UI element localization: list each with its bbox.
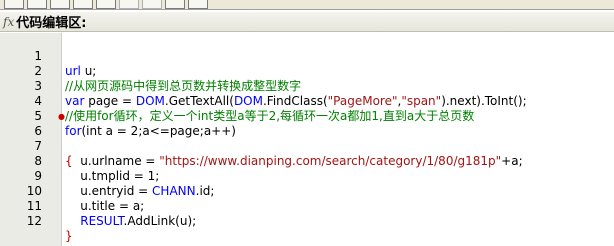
fold-marker-icon[interactable]: ● [58, 109, 65, 124]
toolbar-button-8[interactable] [165, 0, 185, 9]
toolbar-button-1[interactable] [4, 0, 24, 9]
code-token: .AddLink(u); [123, 214, 197, 228]
line-number: 12 [26, 214, 42, 228]
code-line: 11 RESULT.AddLink(u); [0, 184, 614, 228]
code-line: 4 //使用for循环，定义一个int类型a等于2,每循环一次a都加1,直到a大… [0, 79, 614, 123]
code-line: 12 } [0, 199, 614, 243]
code-line: 9 u.entryid = CHANN.id; [0, 154, 614, 198]
code-line: 6 ● { [0, 109, 614, 168]
code-editor-window: fx 代码编辑区: 1 url u; 2 //从网页源码中得到总页数并转换成整型… [0, 0, 614, 246]
code-line: 3 var page = DOM.GetTextAll(DOM.FindClas… [0, 64, 614, 108]
code-line: 5 for(int a = 2;a<=page;a++) [0, 94, 614, 138]
toolbar-button-9[interactable] [188, 0, 208, 9]
fx-icon: fx [3, 14, 15, 29]
code-line: 2 //从网页源码中得到总页数并转换成整型数字 [0, 49, 614, 93]
code-line: 8 u.tmplid = 1; [0, 139, 614, 183]
code-token: RESULT [65, 214, 124, 228]
toolbar [0, 0, 614, 10]
toolbar-button-4[interactable] [73, 0, 93, 9]
toolbar-button-5[interactable] [96, 0, 116, 9]
toolbar-button-6[interactable] [119, 0, 139, 9]
editor-header: fx 代码编辑区: [0, 12, 614, 32]
toolbar-button-2[interactable] [27, 0, 47, 9]
code-token: } [65, 229, 73, 243]
code-line: 7 u.urlname = "https://www.dianping.com/… [0, 124, 614, 168]
toolbar-button-7[interactable] [142, 0, 162, 9]
code-line: 1 url u; [0, 34, 614, 78]
code-line: 10 u.title = a; [0, 169, 614, 213]
toolbar-button-3[interactable] [50, 0, 70, 9]
editor-title: 代码编辑区: [16, 16, 87, 31]
code-editor[interactable]: 1 url u; 2 //从网页源码中得到总页数并转换成整型数字 3 var p… [0, 33, 614, 246]
